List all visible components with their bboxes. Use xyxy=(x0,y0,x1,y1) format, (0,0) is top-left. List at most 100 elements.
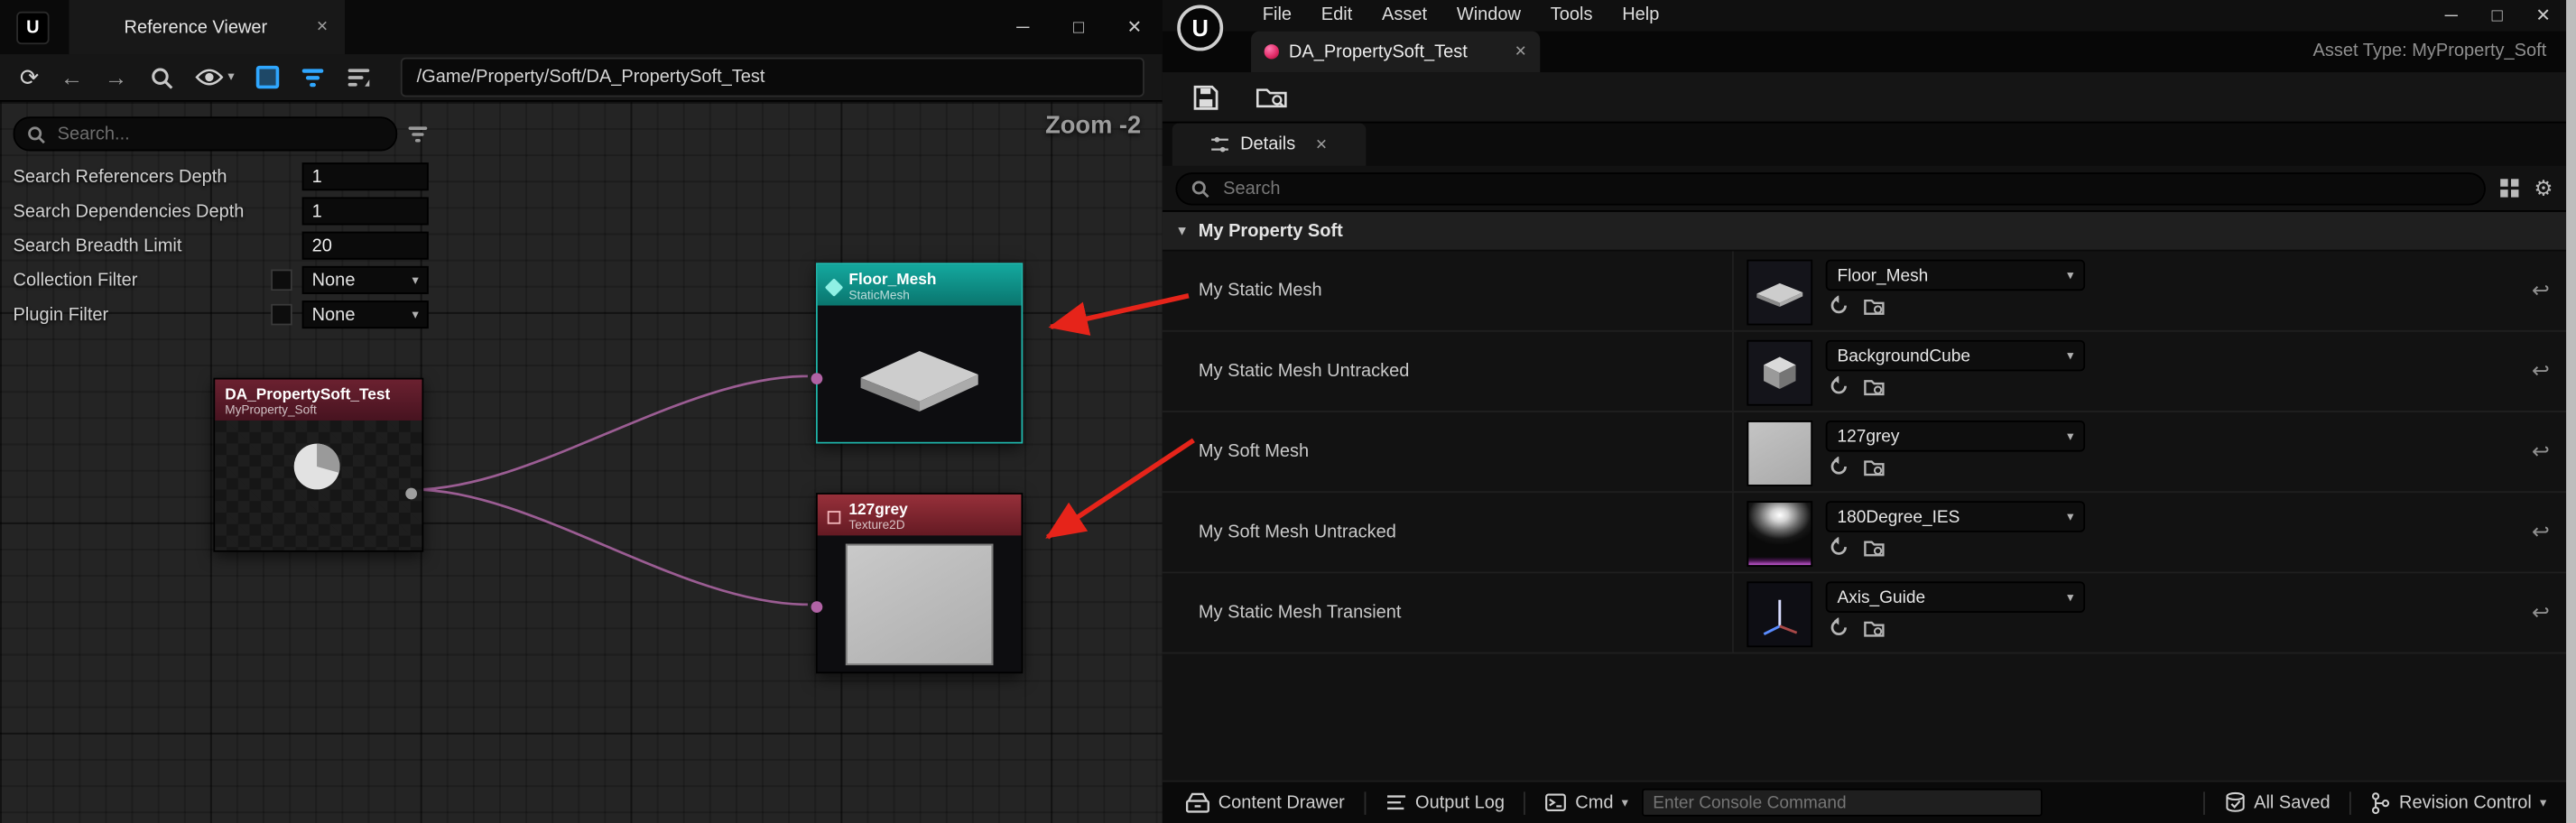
selected-asset-name: BackgroundCube xyxy=(1837,346,2067,365)
reset-to-default-icon[interactable]: ↩ xyxy=(2532,278,2550,304)
input-pin[interactable] xyxy=(811,601,823,613)
filter-toggle-icon[interactable] xyxy=(300,67,324,88)
asset-picker-dropdown[interactable]: Floor_Mesh ▾ xyxy=(1826,260,2085,291)
history-forward-icon[interactable]: → xyxy=(105,66,127,88)
unreal-logo-icon: U xyxy=(16,11,49,43)
search-breadth-limit-input[interactable] xyxy=(302,232,429,260)
browse-to-asset-button[interactable] xyxy=(1256,84,1288,110)
save-button[interactable] xyxy=(1192,83,1220,111)
selected-asset-name: 127grey xyxy=(1837,426,2067,446)
graph-search-input[interactable] xyxy=(54,123,385,145)
node-subtitle: StaticMesh xyxy=(848,289,936,301)
graph-search-box[interactable] xyxy=(14,116,398,151)
console-icon xyxy=(1546,793,1568,811)
asset-path-field[interactable]: /Game/Property/Soft/DA_PropertySoft_Test xyxy=(400,58,1144,97)
cmd-dropdown[interactable]: Cmd ▾ xyxy=(1546,792,1628,812)
minimize-button[interactable]: ─ xyxy=(2428,0,2474,32)
tab-close-icon[interactable]: ✕ xyxy=(1315,135,1328,153)
details-search-input[interactable] xyxy=(1220,177,2472,199)
property-label: My Static Mesh Untracked xyxy=(1163,332,1732,411)
reset-to-default-icon[interactable]: ↩ xyxy=(2532,599,2550,625)
duplicates-toggle-icon[interactable] xyxy=(255,66,278,88)
browse-to-asset-icon[interactable] xyxy=(1864,538,1886,556)
reset-to-default-icon[interactable]: ↩ xyxy=(2532,519,2550,545)
search-dependencies-depth-input[interactable] xyxy=(302,197,429,225)
collection-filter-dropdown[interactable]: None ▾ xyxy=(302,266,429,294)
asset-thumbnail[interactable] xyxy=(1747,581,1812,647)
find-path-icon[interactable] xyxy=(149,65,173,89)
input-pin[interactable] xyxy=(811,373,823,384)
save-status-button[interactable]: All Saved xyxy=(2224,791,2330,813)
category-expand-caret-icon[interactable]: ▼ xyxy=(1175,224,1188,238)
graph-node-da-propertysoft-test[interactable]: DA_PropertySoft_Test MyProperty_Soft xyxy=(213,378,423,552)
details-panel: Details ✕ ⚙ ▼ My Property Soft xyxy=(1163,124,2566,781)
filter-label: Collection Filter xyxy=(14,270,272,290)
tab-title: Reference Viewer xyxy=(86,17,307,37)
close-button[interactable]: ✕ xyxy=(2520,0,2566,32)
asset-thumbnail[interactable] xyxy=(1747,260,1812,326)
revision-control-dropdown[interactable]: Revision Control ▾ xyxy=(2371,791,2546,814)
browse-to-asset-icon[interactable] xyxy=(1864,618,1886,636)
filter-label: Search Breadth Limit xyxy=(14,236,302,255)
graph-node-floor-mesh[interactable]: Floor_Mesh StaticMesh xyxy=(816,263,1023,443)
history-back-icon[interactable]: ← xyxy=(60,66,83,88)
use-selected-asset-icon[interactable] xyxy=(1829,537,1849,557)
console-command-input[interactable] xyxy=(1642,789,2043,817)
reference-wire xyxy=(413,489,808,604)
asset-editor-tab[interactable]: DA_PropertySoft_Test ✕ xyxy=(1251,32,1540,73)
browse-to-asset-icon[interactable] xyxy=(1864,377,1886,395)
search-icon xyxy=(26,124,46,143)
asset-picker-dropdown[interactable]: BackgroundCube ▾ xyxy=(1826,340,2085,372)
content-drawer-button[interactable]: Content Drawer xyxy=(1185,791,1345,813)
menu-tools[interactable]: Tools xyxy=(1535,0,1607,32)
asset-thumbnail[interactable] xyxy=(1747,501,1812,567)
menu-edit[interactable]: Edit xyxy=(1306,0,1367,32)
tab-close-icon[interactable]: ✕ xyxy=(316,18,329,36)
settings-gear-icon[interactable]: ⚙ xyxy=(2534,178,2553,199)
use-selected-asset-icon[interactable] xyxy=(1829,296,1849,316)
reset-to-default-icon[interactable]: ↩ xyxy=(2532,358,2550,384)
menu-window[interactable]: Window xyxy=(1441,0,1535,32)
plugin-filter-dropdown[interactable]: None ▾ xyxy=(302,301,429,328)
tab-close-icon[interactable]: ✕ xyxy=(1515,42,1527,60)
browse-to-asset-icon[interactable] xyxy=(1864,458,1886,476)
use-selected-asset-icon[interactable] xyxy=(1829,617,1849,637)
plugin-filter-checkbox[interactable] xyxy=(271,304,292,326)
menu-help[interactable]: Help xyxy=(1608,0,1674,32)
screen-edge-scrollbar[interactable] xyxy=(2566,0,2576,823)
maximize-button[interactable]: □ xyxy=(1051,0,1107,54)
minimize-button[interactable]: ─ xyxy=(995,0,1051,54)
filter-row: Search Referencers Depth xyxy=(14,160,429,194)
visibility-settings-dropdown[interactable]: ▾ xyxy=(195,68,235,88)
graph-node-127grey[interactable]: 127grey Texture2D xyxy=(816,493,1023,673)
asset-picker-dropdown[interactable]: 127grey ▾ xyxy=(1826,421,2085,452)
refresh-icon[interactable]: ⟳ xyxy=(20,66,39,88)
category-header-my-property-soft[interactable]: ▼ My Property Soft xyxy=(1163,210,2566,252)
filter-label: Search Dependencies Depth xyxy=(14,201,302,221)
asset-thumbnail[interactable] xyxy=(1747,421,1812,486)
list-settings-icon[interactable] xyxy=(346,67,370,88)
menu-file[interactable]: File xyxy=(1247,0,1306,32)
output-pin[interactable] xyxy=(405,488,417,500)
collection-filter-checkbox[interactable] xyxy=(271,270,292,291)
reset-to-default-icon[interactable]: ↩ xyxy=(2532,439,2550,465)
details-tab[interactable]: Details ✕ xyxy=(1172,124,1367,166)
reference-graph-canvas[interactable]: Zoom -2 Search Referencers Depth xyxy=(0,102,1163,823)
selected-asset-name: Axis_Guide xyxy=(1837,587,2067,607)
search-filter-icon[interactable] xyxy=(407,124,429,143)
menu-asset[interactable]: Asset xyxy=(1367,0,1442,32)
use-selected-asset-icon[interactable] xyxy=(1829,376,1849,396)
use-selected-asset-icon[interactable] xyxy=(1829,457,1849,476)
maximize-button[interactable]: □ xyxy=(2474,0,2520,32)
chevron-down-icon: ▾ xyxy=(412,308,419,321)
search-referencers-depth-input[interactable] xyxy=(302,162,429,190)
close-button[interactable]: ✕ xyxy=(1107,0,1163,54)
browse-to-asset-icon[interactable] xyxy=(1864,297,1886,315)
asset-picker-dropdown[interactable]: 180Degree_IES ▾ xyxy=(1826,501,2085,532)
display-options-icon[interactable] xyxy=(2499,178,2521,199)
asset-picker-dropdown[interactable]: Axis_Guide ▾ xyxy=(1826,581,2085,613)
details-search-box[interactable] xyxy=(1175,171,2486,204)
reference-viewer-tab[interactable]: Reference Viewer ✕ xyxy=(69,0,345,54)
output-log-button[interactable]: Output Log xyxy=(1385,792,1505,812)
asset-thumbnail[interactable] xyxy=(1747,340,1812,406)
